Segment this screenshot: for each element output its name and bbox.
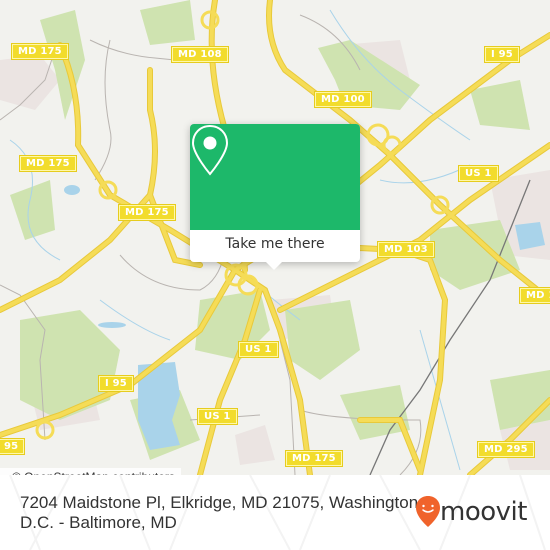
pond: [98, 322, 126, 328]
road-shield-md100: MD 100: [315, 92, 371, 107]
road-shield-md103: MD 10: [520, 288, 550, 303]
map-pin-icon: [191, 124, 229, 176]
road-shield-md175: MD 175: [286, 451, 342, 466]
road-shield-us1: US 1: [459, 166, 498, 181]
road-shield-us1: US 1: [198, 409, 237, 424]
road-shield-md175: MD 175: [20, 156, 76, 171]
moovit-wordmark: moovit: [440, 497, 527, 527]
address-text: 7204 Maidstone Pl, Elkridge, MD 21075, W…: [20, 493, 423, 532]
map-view[interactable]: MD 175 MD 108 I 95 MD 100 MD 175 MD 175 …: [0, 0, 550, 475]
road-shield-i95: I 95: [99, 376, 133, 391]
take-me-there-button[interactable]: Take me there: [190, 230, 360, 262]
road-shield-i95: 95: [0, 439, 25, 454]
popup-pointer: [266, 262, 282, 270]
footer: 7204 Maidstone Pl, Elkridge, MD 21075, W…: [0, 475, 550, 550]
pond: [515, 222, 545, 250]
road-shield-md103: MD 103: [378, 242, 434, 257]
pond: [64, 185, 80, 195]
road-shield-i95: I 95: [485, 47, 519, 62]
road-shield-us1: US 1: [239, 342, 278, 357]
road-shield-md175: MD 175: [119, 205, 175, 220]
popup-header: [190, 124, 360, 230]
location-popup: Take me there: [190, 124, 360, 270]
road-shield-md108: MD 108: [172, 47, 228, 62]
road-shield-md175: MD 175: [12, 44, 68, 59]
road-shield-md295: MD 295: [478, 442, 534, 457]
moovit-pin-icon: [416, 496, 440, 527]
